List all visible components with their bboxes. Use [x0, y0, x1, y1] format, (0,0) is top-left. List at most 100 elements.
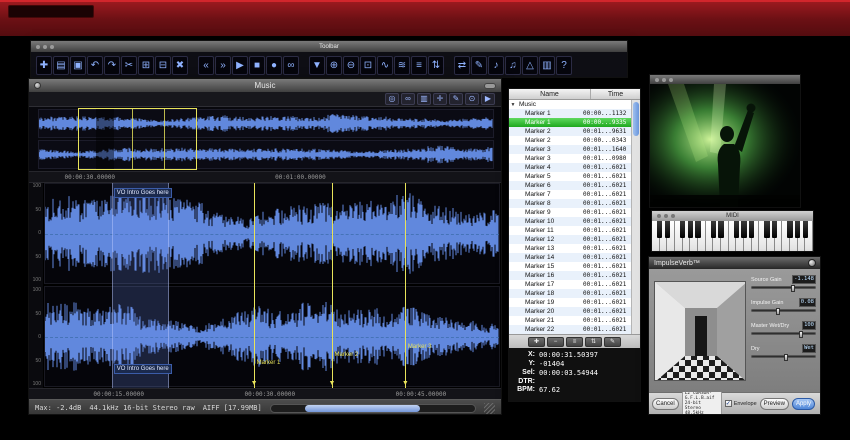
plugin-slider[interactable]: Source Gain -1.148 — [751, 275, 816, 289]
concert-video[interactable] — [650, 84, 800, 207]
piano-black-key[interactable] — [795, 221, 800, 238]
rewind-icon[interactable]: « — [198, 56, 214, 75]
zoom-tool-icon[interactable]: ⊙ — [465, 93, 479, 105]
knob-icon[interactable] — [808, 259, 816, 267]
redo-icon[interactable]: ↷ — [104, 56, 120, 75]
list-row[interactable]: Marker 11 00:01...6021 — [509, 226, 631, 235]
list-row[interactable]: ▼ Music — [509, 100, 631, 109]
plugin-slider[interactable]: Master Wet/Dry 100 — [751, 321, 816, 335]
piano-black-key[interactable] — [803, 221, 808, 238]
copy-icon[interactable]: ⊞ — [138, 56, 154, 75]
forward-icon[interactable]: » — [215, 56, 231, 75]
slider-thumb[interactable] — [776, 308, 780, 315]
add-marker-button[interactable]: ✚ — [528, 337, 545, 347]
apply-button[interactable]: Apply — [792, 398, 815, 410]
list-row[interactable]: Marker 7 00:01...6021 — [509, 190, 631, 199]
paste-icon[interactable]: ⊟ — [155, 56, 171, 75]
list-row[interactable]: Marker 4 00:01...6021 — [509, 163, 631, 172]
eq-icon[interactable]: ≡ — [411, 56, 427, 75]
list-row[interactable]: Marker 2 00:00...0343 — [509, 136, 631, 145]
save-icon[interactable]: ▣ — [70, 56, 86, 75]
stop-icon[interactable]: ■ — [249, 56, 265, 75]
marker-icon[interactable]: ▼ — [309, 56, 325, 75]
overview-area[interactable] — [29, 107, 501, 171]
list-row[interactable]: Marker 21 00:01...6021 — [509, 316, 631, 325]
cut-icon[interactable]: ✂ — [121, 56, 137, 75]
overview-ruler[interactable]: 00:00:30.0000000:01:00.00000 — [29, 171, 501, 183]
music-titlebar[interactable]: Music — [29, 79, 501, 92]
list-row[interactable]: Marker 15 00:01...6021 — [509, 262, 631, 271]
open-icon[interactable]: ▤ — [53, 56, 69, 75]
list-row[interactable]: Marker 14 00:01...6021 — [509, 253, 631, 262]
list-row[interactable]: Marker 5 00:01...6021 — [509, 172, 631, 181]
list-row[interactable]: Marker 1 00:00...1132 — [509, 109, 631, 118]
envelope-checkbox[interactable]: ✓ — [725, 400, 732, 407]
piano-black-key[interactable] — [657, 221, 662, 238]
timeline-marker[interactable]: Marker 2 ▼ — [332, 183, 333, 388]
piano-black-key[interactable] — [764, 221, 769, 238]
record-icon[interactable]: ● — [266, 56, 282, 75]
selection-tool-icon[interactable]: ✛ — [433, 93, 447, 105]
piano-black-key[interactable] — [718, 221, 723, 238]
midi-icon[interactable]: ♪ — [488, 56, 504, 75]
delete-icon[interactable]: ✖ — [172, 56, 188, 75]
levels-icon[interactable]: ▥ — [539, 56, 555, 75]
window-buttons[interactable] — [655, 78, 659, 82]
swap-channels-icon[interactable]: ⇄ — [454, 56, 470, 75]
piano-black-key[interactable] — [787, 221, 792, 238]
link-channels-icon[interactable]: ∞ — [401, 93, 415, 105]
list-row[interactable]: Marker 10 00:01...6021 — [509, 217, 631, 226]
list-row[interactable]: Marker 3 00:01...0980 — [509, 154, 631, 163]
list-row[interactable]: Marker 9 00:01...6021 — [509, 208, 631, 217]
collapse-icon[interactable] — [484, 83, 496, 89]
slider-track[interactable] — [751, 355, 816, 358]
cancel-button[interactable]: Cancel — [652, 398, 679, 410]
plugin-slider[interactable]: Dry Wet — [751, 344, 816, 358]
list-row[interactable]: Marker 13 00:01...6021 — [509, 244, 631, 253]
piano-black-key[interactable] — [680, 221, 685, 238]
metronome-icon[interactable]: △ — [522, 56, 538, 75]
waveform-channels[interactable]: VO Intro Goes here VO Intro Goes here Ma… — [43, 183, 501, 388]
list-scrollbar[interactable] — [631, 100, 640, 334]
piano-black-key[interactable] — [711, 221, 716, 238]
scrollbar-thumb[interactable] — [305, 405, 419, 412]
marker-list-options-button[interactable]: ≡ — [566, 337, 583, 347]
column-name[interactable]: Name — [509, 89, 590, 99]
video-titlebar[interactable] — [650, 75, 800, 84]
pencil-icon[interactable]: ✎ — [471, 56, 487, 75]
piano-black-key[interactable] — [695, 221, 700, 238]
list-row[interactable]: Marker 19 00:01...6021 — [509, 298, 631, 307]
resize-grip-icon[interactable] — [484, 403, 495, 414]
piano-black-key[interactable] — [734, 221, 739, 238]
mixer-icon[interactable]: ⇅ — [428, 56, 444, 75]
time-ruler[interactable]: 00:00:15.0000000:00:30.0000000:00:45.000… — [29, 388, 501, 399]
preview-button[interactable]: Preview — [760, 398, 789, 410]
undo-icon[interactable]: ↶ — [87, 56, 103, 75]
timeline-marker[interactable]: Marker 3 ▼ — [405, 183, 406, 388]
horizontal-scrollbar[interactable] — [270, 404, 476, 413]
piano-black-key[interactable] — [688, 221, 693, 238]
list-scrollbar-thumb[interactable] — [633, 102, 639, 136]
edit-marker-button[interactable]: ✎ — [604, 337, 621, 347]
waveform-icon[interactable]: ∿ — [377, 56, 393, 75]
list-row[interactable]: Marker 8 00:01...6021 — [509, 199, 631, 208]
fit-view-icon[interactable]: ⊡ — [360, 56, 376, 75]
slider-track[interactable] — [751, 286, 816, 289]
spectrum-icon[interactable]: ≋ — [394, 56, 410, 75]
window-buttons[interactable] — [36, 45, 40, 49]
list-row[interactable]: Marker 6 00:01...6021 — [509, 181, 631, 190]
list-row[interactable]: Marker 12 00:01...6021 — [509, 235, 631, 244]
zoom-out-icon[interactable]: ⊖ — [343, 56, 359, 75]
play-icon[interactable]: ▶ — [232, 56, 248, 75]
slider-thumb[interactable] — [784, 354, 788, 361]
slider-thumb[interactable] — [799, 331, 803, 338]
disclosure-icon[interactable]: ▼ — [509, 102, 517, 108]
sort-markers-button[interactable]: ⇅ — [585, 337, 602, 347]
list-row[interactable]: Marker 22 00:01...6021 — [509, 325, 631, 334]
list-row[interactable]: Marker 1 00:00...9335 — [509, 118, 631, 127]
piano-black-key[interactable] — [772, 221, 777, 238]
piano-black-key[interactable] — [741, 221, 746, 238]
plugin-slider[interactable]: Impulse Gain 0.08 — [751, 298, 816, 312]
list-row[interactable]: Marker 17 00:01...6021 — [509, 280, 631, 289]
close-icon[interactable] — [34, 82, 41, 89]
